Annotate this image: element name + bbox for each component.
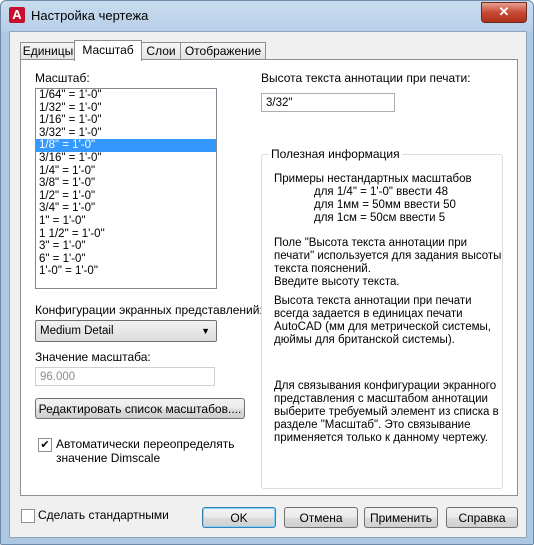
info-group-title: Полезная информация xyxy=(269,147,402,161)
auto-dimscale-checkbox[interactable]: ✔ xyxy=(38,438,52,452)
edit-scale-list-button[interactable]: Редактировать список масштабов.... xyxy=(35,398,245,419)
scale-value-label: Значение масштаба: xyxy=(35,350,151,364)
help-button[interactable]: Справка xyxy=(446,507,518,528)
info-p1-line1: Поле "Высота текста аннотации при xyxy=(274,237,468,249)
scale-list-item[interactable]: 3/16" = 1'-0" xyxy=(36,152,216,165)
info-p2-line2: всегда задается в единицах печати xyxy=(274,308,463,320)
annotation-height-field[interactable]: 3/32" xyxy=(261,93,395,112)
make-default-label: Сделать стандартными xyxy=(38,508,169,522)
info-paragraph-3: Для связывания конфигурации экранного пр… xyxy=(274,380,499,445)
scale-list-item[interactable]: 3" = 1'-0" xyxy=(36,240,216,253)
info-p1-line2: печати" используется для задания высоты xyxy=(274,250,502,262)
info-p2-line3: AutoCAD (мм для метрической системы, xyxy=(274,321,491,333)
display-config-dropdown[interactable]: Medium Detail ▼ xyxy=(35,320,217,342)
scale-list-item[interactable]: 3/32" = 1'-0" xyxy=(36,127,216,140)
scale-list-item[interactable]: 6" = 1'-0" xyxy=(36,253,216,266)
scale-listbox[interactable]: 1/64" = 1'-0" 1/32" = 1'-0" 1/16" = 1'-0" 3… xyxy=(35,88,217,289)
info-p2-line1: Высота текста аннотации при печати xyxy=(274,295,472,307)
example-3: для 1см = 50см ввести 5 xyxy=(314,212,446,224)
tab-units[interactable]: Единицы xyxy=(20,42,76,60)
scale-list-item[interactable]: 1/16" = 1'-0" xyxy=(36,114,216,127)
scale-list-item[interactable]: 1/8" = 1'-0" xyxy=(36,139,216,152)
chevron-down-icon: ▼ xyxy=(201,326,210,336)
scale-list-item[interactable]: 3/8" = 1'-0" xyxy=(36,177,216,190)
tab-layers[interactable]: Слои xyxy=(140,42,182,60)
scale-tab-panel: Масштаб: 1/64" = 1'-0" 1/32" = 1'-0" 1/16"… xyxy=(20,59,518,496)
tab-scale[interactable]: Масштаб xyxy=(74,40,142,61)
close-button[interactable]: ✕ xyxy=(481,2,527,23)
annotation-height-label: Высота текста аннотации при печати: xyxy=(261,71,471,85)
scale-list-item[interactable]: 1" = 1'-0" xyxy=(36,215,216,228)
display-config-value: Medium Detail xyxy=(40,325,114,337)
tab-display[interactable]: Отображение xyxy=(180,42,266,60)
autocad-logo-icon: A xyxy=(9,7,25,23)
info-p3-line5: применяется только к данному чертежу. xyxy=(274,432,488,444)
example-1: для 1/4" = 1'-0" ввести 48 xyxy=(314,186,449,198)
auto-dimscale-line1: Автоматически переопределять xyxy=(56,437,235,451)
display-config-label: Конфигурации экранных представлений: xyxy=(35,303,263,317)
window-title: Настройка чертежа xyxy=(31,8,149,23)
title-bar[interactable]: A Настройка чертежа ✕ xyxy=(1,1,533,31)
scale-list-item[interactable]: 1'-0" = 1'-0" xyxy=(36,265,216,278)
dialog-window: A Настройка чертежа ✕ Единицы Масштаб Сл… xyxy=(0,0,534,545)
info-p2-line4: дюймы для британской системы). xyxy=(274,334,455,346)
info-groupbox: Полезная информация Примеры нестандартны… xyxy=(261,147,503,489)
scale-list-item[interactable]: 1/4" = 1'-0" xyxy=(36,165,216,178)
example-2: для 1мм = 50мм ввести 50 xyxy=(314,199,456,211)
info-p3-line4: разделе "Масштаб". Это связывание xyxy=(274,419,471,431)
auto-dimscale-line2: значение Dimscale xyxy=(56,451,161,465)
info-p1-line3: текста пояснений. xyxy=(274,263,371,275)
info-paragraph-2: Высота текста аннотации при печати всегд… xyxy=(274,295,491,347)
scale-value-field[interactable]: 96.000 xyxy=(35,367,215,386)
dialog-client: Единицы Масштаб Слои Отображение Масштаб… xyxy=(9,31,527,538)
scale-list-item[interactable]: 1/2" = 1'-0" xyxy=(36,190,216,203)
scale-label: Масштаб: xyxy=(35,71,90,85)
ok-button[interactable]: OK xyxy=(202,507,276,528)
scale-list-item[interactable]: 1/32" = 1'-0" xyxy=(36,102,216,115)
scale-list-item[interactable]: 3/4" = 1'-0" xyxy=(36,202,216,215)
examples-header: Примеры нестандартных масштабов xyxy=(274,173,472,185)
info-p3-line3: выберите требуемый элемент из списка в xyxy=(274,406,499,418)
auto-dimscale-label: Автоматически переопределять значение Di… xyxy=(56,437,235,465)
info-paragraph-1: Поле "Высота текста аннотации при печати… xyxy=(274,237,501,289)
scale-list-item[interactable]: 1/64" = 1'-0" xyxy=(36,89,216,102)
apply-button[interactable]: Применить xyxy=(364,507,438,528)
info-p3-line2: представления с масштабом аннотации xyxy=(274,393,488,405)
cancel-button[interactable]: Отмена xyxy=(284,507,358,528)
info-p3-line1: Для связывания конфигурации экранного xyxy=(274,380,497,392)
info-p1-line4: Введите высоту текста. xyxy=(274,276,400,288)
make-default-checkbox[interactable] xyxy=(21,509,35,523)
scale-list-item[interactable]: 1 1/2" = 1'-0" xyxy=(36,228,216,241)
